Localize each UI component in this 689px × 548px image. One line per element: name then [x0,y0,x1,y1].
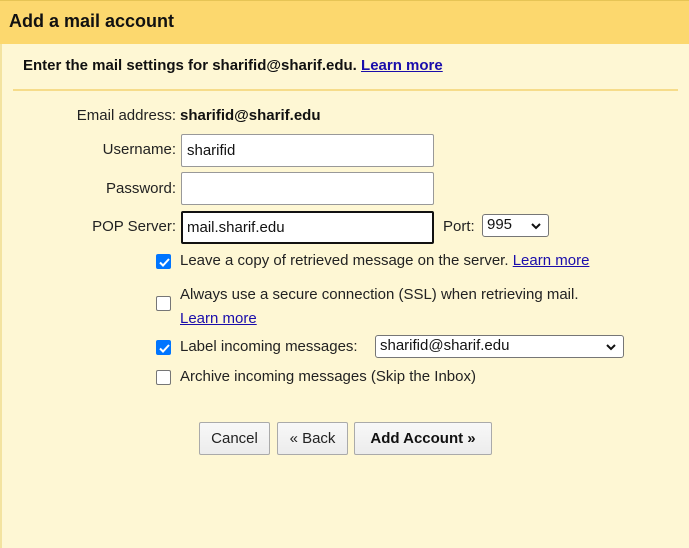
port-select[interactable]: 995 [482,214,549,237]
archive-label: Archive incoming messages (Skip the Inbo… [180,368,476,385]
username-label: Username: [102,141,176,158]
label-incoming-select[interactable]: sharifid@sharif.edu [375,335,624,358]
pop-server-label: POP Server: [92,218,176,235]
chevron-down-icon [530,219,542,236]
checkmark-icon [159,344,170,353]
email-label: Email address: [76,107,176,124]
ssl-label: Always use a secure connection (SSL) whe… [180,286,579,303]
back-button[interactable]: « Back [277,422,348,455]
checkmark-icon [159,258,170,267]
username-input[interactable] [181,134,434,167]
port-label: Port: [443,218,475,235]
password-label: Password: [105,180,176,197]
label-incoming-checkbox[interactable] [156,340,171,355]
ssl-learn-more-link[interactable]: Learn more [180,310,257,327]
ssl-option: Always use a secure connection (SSL) whe… [180,283,579,331]
ssl-checkbox[interactable] [156,296,171,311]
archive-checkbox[interactable] [156,370,171,385]
dialog-title: Add a mail account [9,11,175,31]
port-select-value: 995 [487,216,513,233]
cancel-button[interactable]: Cancel [199,422,270,455]
subtitle-text: Enter the mail settings for sharifid@sha… [23,57,357,74]
label-incoming-select-value: sharifid@sharif.edu [380,337,510,354]
leave-copy-label: Leave a copy of retrieved message on the… [180,252,509,269]
dialog-subtitle: Enter the mail settings for sharifid@sha… [23,57,443,74]
subtitle-learn-more-link[interactable]: Learn more [361,57,443,74]
password-input[interactable] [181,172,434,205]
pop-server-input[interactable] [181,211,434,244]
email-value: sharifid@sharif.edu [180,107,321,124]
label-incoming-label: Label incoming messages: [180,338,358,355]
left-border [0,44,2,548]
leave-copy-option: Leave a copy of retrieved message on the… [180,252,589,269]
dialog-titlebar: Add a mail account [0,0,689,44]
leave-copy-checkbox[interactable] [156,254,171,269]
add-account-button[interactable]: Add Account » [354,422,492,455]
chevron-down-icon [605,340,617,357]
leave-copy-learn-more-link[interactable]: Learn more [513,252,590,269]
divider [13,89,678,91]
